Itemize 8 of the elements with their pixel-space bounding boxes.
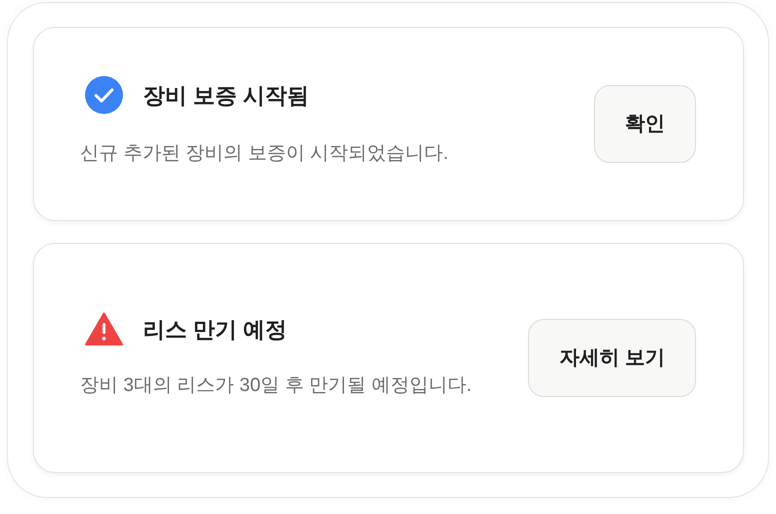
check-circle-icon	[85, 76, 123, 114]
warning-icon	[85, 312, 123, 346]
notification-message: 장비 3대의 리스가 30일 후 만기될 예정입니다.	[80, 374, 473, 398]
notification-title: 장비 보증 시작됨	[143, 82, 310, 110]
notification-message: 신규 추가된 장비의 보증이 시작되었습니다.	[80, 142, 450, 166]
action-button[interactable]: 확인	[594, 85, 696, 163]
action-button[interactable]: 자세히 보기	[528, 319, 696, 397]
notification-title: 리스 만기 예정	[143, 316, 288, 344]
